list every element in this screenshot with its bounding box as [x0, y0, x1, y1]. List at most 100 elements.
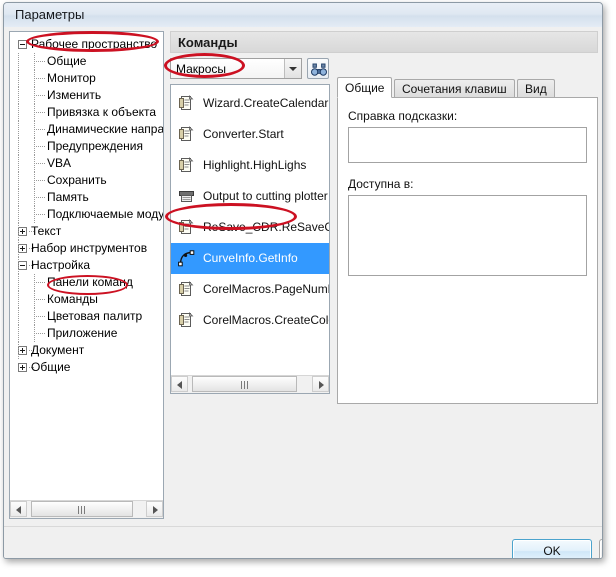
command-item-2[interactable]: Highlight.HighLighs — [171, 150, 329, 181]
tree-spine — [18, 325, 19, 342]
tree-connector — [34, 189, 35, 206]
macro-icon — [179, 312, 194, 327]
tab-2[interactable]: Вид — [517, 79, 555, 98]
command-item-icon — [177, 156, 196, 175]
command-item-label: Converter.Start — [203, 127, 284, 141]
tree-connector — [34, 53, 35, 70]
commands-list-panel[interactable]: Wizard.CreateCalendar Converter.Start High… — [170, 84, 330, 394]
command-item-label: CurveInfo.GetInfo — [203, 251, 298, 265]
command-item-label: CorelMacros.CreateColorSw — [203, 313, 329, 327]
tree-horizontal-scrollbar[interactable] — [10, 500, 163, 518]
tree-connector — [34, 214, 45, 215]
title-bar[interactable]: Параметры — [4, 3, 602, 28]
command-item-icon — [177, 187, 196, 206]
tree-connector — [34, 138, 35, 155]
tree-item-9[interactable]: Память — [10, 189, 163, 206]
command-item-0[interactable]: Wizard.CreateCalendar — [171, 88, 329, 119]
secondary-button[interactable] — [599, 539, 602, 558]
tree-scroll-right-button[interactable] — [146, 501, 163, 517]
tree-item-11[interactable]: Текст — [10, 223, 163, 240]
commands-header-band: Команды — [170, 31, 598, 53]
tree-item-6[interactable]: Предупреждения — [10, 138, 163, 155]
tooltip-help-label: Справка подсказки: — [348, 109, 458, 123]
available-in-list[interactable] — [348, 195, 587, 276]
tree-connector — [34, 172, 35, 189]
command-item-3[interactable]: Output to cutting plotter — [171, 181, 329, 212]
expand-icon[interactable] — [18, 244, 27, 253]
find-command-button[interactable] — [307, 58, 329, 79]
property-tabs[interactable]: Общие Сочетания клавиш Вид — [337, 77, 598, 98]
tree-item-13[interactable]: Настройка — [10, 257, 163, 274]
tree-item-0[interactable]: Рабочее пространство — [10, 36, 163, 53]
command-item-icon — [177, 218, 196, 237]
tree-scroll-left-button[interactable] — [10, 501, 27, 517]
tree-item-8[interactable]: Сохранить — [10, 172, 163, 189]
expand-icon[interactable] — [18, 346, 27, 355]
expand-icon[interactable] — [18, 227, 27, 236]
tree-connector — [34, 104, 35, 121]
tab-1[interactable]: Сочетания клавиш — [394, 79, 515, 98]
settings-tree-panel[interactable]: Рабочее пространство Общие Монитор Изменить… — [9, 31, 164, 519]
collapse-icon[interactable] — [18, 261, 27, 270]
tree-connector — [34, 155, 35, 172]
command-item-4[interactable]: ReSave_CDR.ReSaveCDR — [171, 212, 329, 243]
tree-item-16[interactable]: Цветовая палитр — [10, 308, 163, 325]
property-tab-body: Справка подсказки: Доступна в: — [337, 97, 598, 404]
tree-connector — [34, 87, 35, 104]
tree-item-1[interactable]: Общие — [10, 53, 163, 70]
dialog-client-area: Рабочее пространство Общие Монитор Изменить… — [4, 27, 602, 558]
command-item-label: CorelMacros.PageNumbering — [203, 282, 329, 296]
tree-item-14[interactable]: Панели команд — [10, 274, 163, 291]
tree-item-18[interactable]: Документ — [10, 342, 163, 359]
command-item-5[interactable]: CurveInfo.GetInfo — [171, 243, 329, 274]
command-category-dropdown[interactable]: Макросы — [170, 58, 302, 79]
commands-scroll-thumb[interactable] — [192, 376, 297, 392]
available-in-label: Доступна в: — [348, 177, 414, 191]
tree-item-12[interactable]: Набор инструментов — [10, 240, 163, 257]
tree-item-17[interactable]: Приложение — [10, 325, 163, 342]
tree-spine — [18, 291, 19, 308]
commands-scroll-left-button[interactable] — [171, 376, 188, 392]
tree-item-label: Приложение — [47, 326, 118, 340]
command-item-1[interactable]: Converter.Start — [171, 119, 329, 150]
tree-item-3[interactable]: Изменить — [10, 87, 163, 104]
command-item-6[interactable]: CorelMacros.PageNumbering — [171, 274, 329, 305]
tree-spine — [18, 87, 19, 104]
tooltip-help-input[interactable] — [348, 127, 587, 163]
collapse-icon[interactable] — [18, 40, 27, 49]
macro-icon — [179, 219, 194, 234]
tree-spine — [18, 155, 19, 172]
tree-connector — [34, 70, 35, 87]
command-item-icon — [177, 311, 196, 330]
tree-item-4[interactable]: Привязка к объекта — [10, 104, 163, 121]
tree-item-2[interactable]: Монитор — [10, 70, 163, 87]
tree-item-15[interactable]: Команды — [10, 291, 163, 308]
tree-scroll-thumb[interactable] — [31, 501, 133, 517]
tree-item-7[interactable]: VBA — [10, 155, 163, 172]
tree-item-5[interactable]: Динамические напра — [10, 121, 163, 138]
tree-connector — [34, 112, 45, 113]
command-item-label: Wizard.CreateCalendar — [203, 96, 329, 110]
tree-spine — [18, 189, 19, 206]
tree-spine — [18, 240, 19, 257]
tree-connector — [34, 333, 45, 334]
tree-item-label: Рабочее пространство — [31, 37, 158, 51]
commands-list[interactable]: Wizard.CreateCalendar Converter.Start High… — [171, 85, 329, 376]
settings-tree-scroll: Рабочее пространство Общие Монитор Изменить… — [10, 32, 163, 501]
tab-0[interactable]: Общие — [337, 77, 393, 98]
tree-connector — [34, 129, 45, 130]
commands-scroll-right-button[interactable] — [312, 376, 329, 392]
ok-button[interactable]: OK — [512, 539, 592, 558]
commands-horizontal-scrollbar[interactable] — [171, 375, 329, 393]
tree-item-label: Набор инструментов — [31, 241, 148, 255]
chevron-down-icon[interactable] — [284, 59, 301, 78]
command-item-7[interactable]: CorelMacros.CreateColorSw — [171, 305, 329, 336]
expand-icon[interactable] — [18, 363, 27, 372]
settings-tree[interactable]: Рабочее пространство Общие Монитор Изменить… — [10, 32, 163, 376]
command-item-icon — [177, 249, 196, 268]
tree-item-19[interactable]: Общие — [10, 359, 163, 376]
macro-icon — [179, 126, 194, 141]
tree-item-10[interactable]: Подключаемые моду — [10, 206, 163, 223]
macro-icon — [179, 95, 194, 110]
tree-spine — [18, 121, 19, 138]
